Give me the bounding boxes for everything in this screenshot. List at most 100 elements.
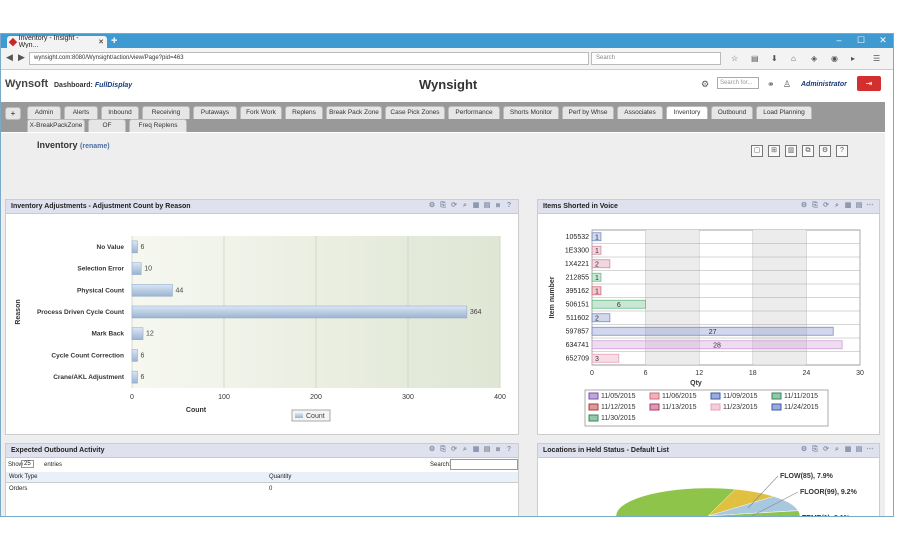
- data-label: 28: [713, 342, 721, 349]
- close-window-icon[interactable]: ✕: [877, 35, 889, 46]
- tab-alerts[interactable]: Alerts: [64, 106, 98, 119]
- tab-freq-replens[interactable]: Freq Replens: [129, 119, 187, 132]
- legend-label: 11/30/2015: [601, 415, 636, 422]
- tab-inbound[interactable]: Inbound: [101, 106, 139, 119]
- table-icon[interactable]: ▤: [483, 446, 491, 454]
- category-label: 634741: [566, 342, 589, 349]
- tab-case-pick-zones[interactable]: Case Pick Zones: [385, 106, 445, 119]
- help-widget-icon[interactable]: ?: [836, 145, 848, 157]
- refresh-icon[interactable]: ⟳: [822, 446, 830, 454]
- tab-fork-work[interactable]: Fork Work: [240, 106, 282, 119]
- user-tree-icon[interactable]: ♙: [783, 79, 791, 90]
- filter-icon[interactable]: ⧈: [494, 202, 502, 210]
- refresh-icon[interactable]: ⟳: [450, 446, 458, 454]
- gear-icon[interactable]: ⚙: [428, 202, 436, 210]
- header-search-input[interactable]: Search for...: [717, 77, 759, 89]
- gear-icon[interactable]: ⚙: [800, 446, 808, 454]
- adjustments-chart: 0 100 200 300 400 No Value 6 Selection Error 10 P…: [15, 236, 506, 422]
- add-widget-icon[interactable]: ⊞: [768, 145, 780, 157]
- chart-icon[interactable]: ▦: [844, 446, 852, 454]
- entries-select[interactable]: 25: [21, 460, 34, 468]
- browser-tab[interactable]: Inventory - Insight - Wyn... ✕: [7, 35, 107, 49]
- category-label: No Value: [97, 244, 125, 251]
- tab-break-pack-zone[interactable]: Break Pack Zone: [326, 106, 382, 119]
- x-tick-label: 300: [402, 394, 414, 401]
- gear-icon[interactable]: ⚙: [428, 446, 436, 454]
- tab-associates[interactable]: Associates: [617, 106, 663, 119]
- star-icon[interactable]: ☆: [731, 54, 738, 63]
- panel-title: Items Shorted in Voice: [543, 203, 618, 210]
- minimize-icon[interactable]: –: [833, 35, 845, 46]
- bar: [131, 370, 138, 384]
- slice-label: FLOW(85), 7.9%: [780, 473, 834, 480]
- table-icon[interactable]: ▤: [855, 202, 863, 210]
- tab-putaways[interactable]: Putaways: [193, 106, 237, 119]
- columns-icon[interactable]: ▥: [785, 145, 797, 157]
- filter-icon[interactable]: ⧈: [494, 446, 502, 454]
- tab-perf-by-whse[interactable]: Perf by Whse: [562, 106, 614, 119]
- bar: [131, 284, 173, 297]
- new-widget-icon[interactable]: ▢: [751, 145, 763, 157]
- tab-replens[interactable]: Replens: [285, 106, 323, 119]
- users-icon[interactable]: ⚭: [767, 79, 775, 90]
- gear-icon[interactable]: ⚙: [800, 202, 808, 210]
- help-icon[interactable]: ?: [505, 446, 513, 454]
- chart-icon[interactable]: ▦: [472, 446, 480, 454]
- browser-search-input[interactable]: Search: [591, 52, 721, 65]
- tab-shorts-monitor[interactable]: Shorts Monitor: [503, 106, 559, 119]
- data-label: 12: [146, 331, 154, 338]
- url-bar[interactable]: wynsight.com:8080/Wynsight/action/view/P…: [29, 52, 589, 65]
- copy-widget-icon[interactable]: ⧉: [802, 145, 814, 157]
- zoom-icon[interactable]: ⌕: [833, 446, 841, 454]
- user-name[interactable]: Administrator: [801, 81, 847, 88]
- new-tab-icon[interactable]: +: [111, 35, 117, 47]
- logout-button[interactable]: ⇥: [857, 76, 881, 91]
- export-icon[interactable]: ⎘: [811, 202, 819, 210]
- tab-performance[interactable]: Performance: [448, 106, 500, 119]
- add-tab-button[interactable]: +: [5, 107, 21, 120]
- more-icon[interactable]: ⋯: [866, 446, 874, 454]
- panel-title: Locations in Held Status - Default List: [543, 447, 670, 454]
- category-label: Selection Error: [77, 266, 124, 273]
- back-icon[interactable]: ◀: [6, 52, 13, 63]
- x-tick-label: 200: [310, 394, 322, 401]
- rename-link[interactable]: (rename): [80, 143, 110, 150]
- tab-x-breakpackzone[interactable]: X-BreakPackZone: [27, 119, 85, 132]
- zoom-icon[interactable]: ⌕: [833, 202, 841, 210]
- export-icon[interactable]: ⎘: [811, 446, 819, 454]
- tab-outbound[interactable]: Outbound: [711, 106, 753, 119]
- tab-receiving[interactable]: Receiving: [142, 106, 190, 119]
- tab-of[interactable]: OF: [88, 119, 126, 132]
- export-icon[interactable]: ⎘: [439, 446, 447, 454]
- forward-icon[interactable]: ▶: [18, 52, 25, 63]
- column-header-work-type[interactable]: Work Type: [9, 474, 269, 480]
- help-icon[interactable]: ?: [505, 202, 513, 210]
- reading-list-icon[interactable]: ▤: [751, 54, 759, 63]
- settings-gear-icon[interactable]: ⚙: [701, 79, 709, 90]
- settings-widget-icon[interactable]: ⚙: [819, 145, 831, 157]
- column-header-quantity[interactable]: Quantity: [269, 474, 291, 480]
- tab-load-planning[interactable]: Load Planning: [756, 106, 812, 119]
- extension-icon[interactable]: ▸: [851, 54, 855, 63]
- table-icon[interactable]: ▤: [483, 202, 491, 210]
- zoom-icon[interactable]: ⌕: [461, 202, 469, 210]
- home-icon[interactable]: ⌂: [791, 54, 796, 63]
- zoom-icon[interactable]: ⌕: [461, 446, 469, 454]
- chart-icon[interactable]: ▦: [472, 202, 480, 210]
- tab-admin[interactable]: Admin: [27, 106, 61, 119]
- refresh-icon[interactable]: ⟳: [822, 202, 830, 210]
- bar: [131, 240, 138, 254]
- table-icon[interactable]: ▤: [855, 446, 863, 454]
- close-tab-icon[interactable]: ✕: [98, 38, 104, 46]
- chart-icon[interactable]: ▦: [844, 202, 852, 210]
- maximize-icon[interactable]: ☐: [855, 35, 867, 46]
- export-icon[interactable]: ⎘: [439, 202, 447, 210]
- refresh-icon[interactable]: ⟳: [450, 202, 458, 210]
- menu-icon[interactable]: ☰: [873, 54, 880, 63]
- addon-icon[interactable]: ◉: [831, 54, 838, 63]
- table-search-input[interactable]: [450, 459, 518, 470]
- download-icon[interactable]: ⬇: [771, 54, 778, 63]
- pocket-icon[interactable]: ◈: [811, 54, 817, 63]
- tab-inventory[interactable]: Inventory: [666, 106, 708, 119]
- more-icon[interactable]: ⋯: [866, 202, 874, 210]
